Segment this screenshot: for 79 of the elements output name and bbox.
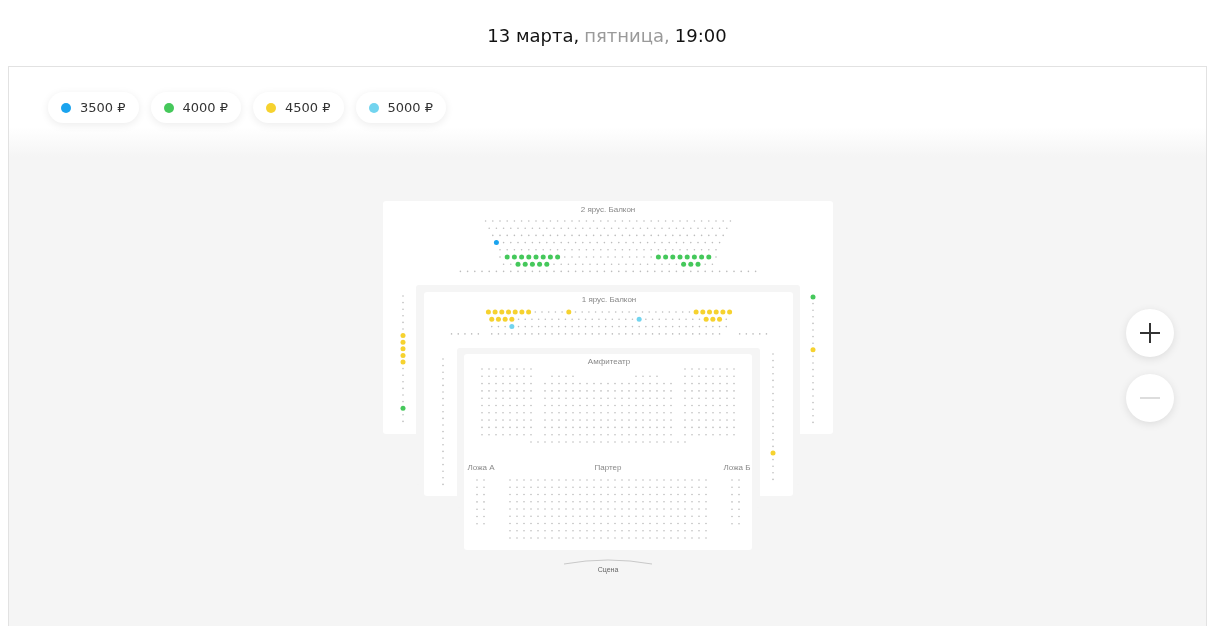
seat[interactable] — [533, 254, 539, 260]
seat[interactable] — [489, 316, 495, 322]
section-title: Амфитеатр — [587, 357, 631, 366]
event-date: 13 марта, — [487, 24, 580, 46]
seat[interactable] — [655, 254, 661, 260]
seat[interactable] — [670, 254, 676, 260]
seat[interactable] — [526, 309, 532, 315]
seat[interactable] — [537, 261, 543, 267]
event-time: 19:00 — [674, 24, 727, 46]
seat[interactable] — [713, 309, 719, 315]
seat[interactable] — [684, 254, 690, 260]
seat[interactable] — [502, 316, 508, 322]
seat[interactable] — [566, 309, 572, 315]
seat-rows-drawing — [731, 479, 740, 525]
seat[interactable] — [519, 309, 525, 315]
seat[interactable] — [515, 261, 521, 267]
seat[interactable] — [400, 405, 406, 411]
event-weekday: пятница, — [584, 24, 670, 46]
seat[interactable] — [688, 261, 694, 267]
seat-rows-drawing — [476, 479, 485, 525]
seat[interactable] — [540, 254, 546, 260]
price-label: 3500 ₽ — [80, 100, 126, 115]
seat[interactable] — [400, 346, 406, 352]
seat[interactable] — [810, 294, 816, 300]
seat[interactable] — [493, 240, 499, 246]
seat[interactable] — [700, 309, 706, 315]
price-filter[interactable]: 5000 ₽ — [355, 92, 446, 123]
seat[interactable] — [810, 347, 816, 353]
seat[interactable] — [495, 316, 501, 322]
section-title: 2 ярус. Балкон — [580, 205, 636, 214]
seat[interactable] — [544, 261, 550, 267]
seat[interactable] — [506, 309, 511, 315]
price-filter[interactable]: 4000 ₽ — [150, 92, 241, 123]
seat[interactable] — [693, 309, 699, 315]
plus-icon — [1139, 322, 1161, 344]
seat[interactable] — [492, 309, 498, 315]
seat[interactable] — [691, 254, 697, 260]
seat[interactable] — [710, 316, 716, 322]
zoom-in-button[interactable] — [1126, 309, 1174, 357]
seat[interactable] — [509, 324, 515, 330]
section-title: Партер — [594, 463, 622, 472]
price-filter[interactable]: 4500 ₽ — [253, 92, 344, 123]
seat[interactable] — [717, 316, 723, 322]
price-label: 4500 ₽ — [285, 100, 331, 115]
price-filter[interactable]: 3500 ₽ — [48, 92, 139, 123]
seat[interactable] — [770, 450, 776, 456]
price-label: 4000 ₽ — [182, 100, 228, 115]
seat[interactable] — [512, 309, 518, 315]
seat[interactable] — [677, 254, 683, 260]
seat[interactable] — [636, 316, 642, 322]
seat[interactable] — [400, 359, 406, 365]
seat[interactable] — [555, 254, 561, 260]
section-title: Ложа Б — [723, 463, 751, 472]
price-label: 5000 ₽ — [387, 100, 433, 115]
seat[interactable] — [511, 254, 517, 260]
seat[interactable] — [485, 309, 491, 315]
minus-icon — [1139, 396, 1161, 400]
seat[interactable] — [707, 309, 712, 315]
seat[interactable] — [727, 309, 733, 315]
seat[interactable] — [547, 254, 553, 260]
seat[interactable] — [499, 309, 505, 315]
section-title: 1 ярус. Балкон — [581, 295, 637, 304]
seat[interactable] — [504, 254, 510, 260]
section-title: Ложа А — [467, 463, 495, 472]
seat[interactable] — [400, 352, 406, 358]
seat[interactable] — [699, 254, 705, 260]
seat[interactable] — [706, 254, 712, 260]
seat[interactable] — [695, 261, 701, 267]
seat[interactable] — [720, 309, 726, 315]
seat[interactable] — [526, 254, 532, 260]
seat[interactable] — [509, 316, 515, 322]
seat[interactable] — [703, 316, 709, 322]
seat[interactable] — [529, 261, 535, 267]
seat[interactable] — [400, 333, 406, 339]
seat[interactable] — [519, 254, 525, 260]
seat[interactable] — [681, 261, 687, 267]
seat[interactable] — [663, 254, 669, 260]
seat[interactable] — [400, 339, 406, 345]
seat[interactable] — [522, 261, 528, 267]
